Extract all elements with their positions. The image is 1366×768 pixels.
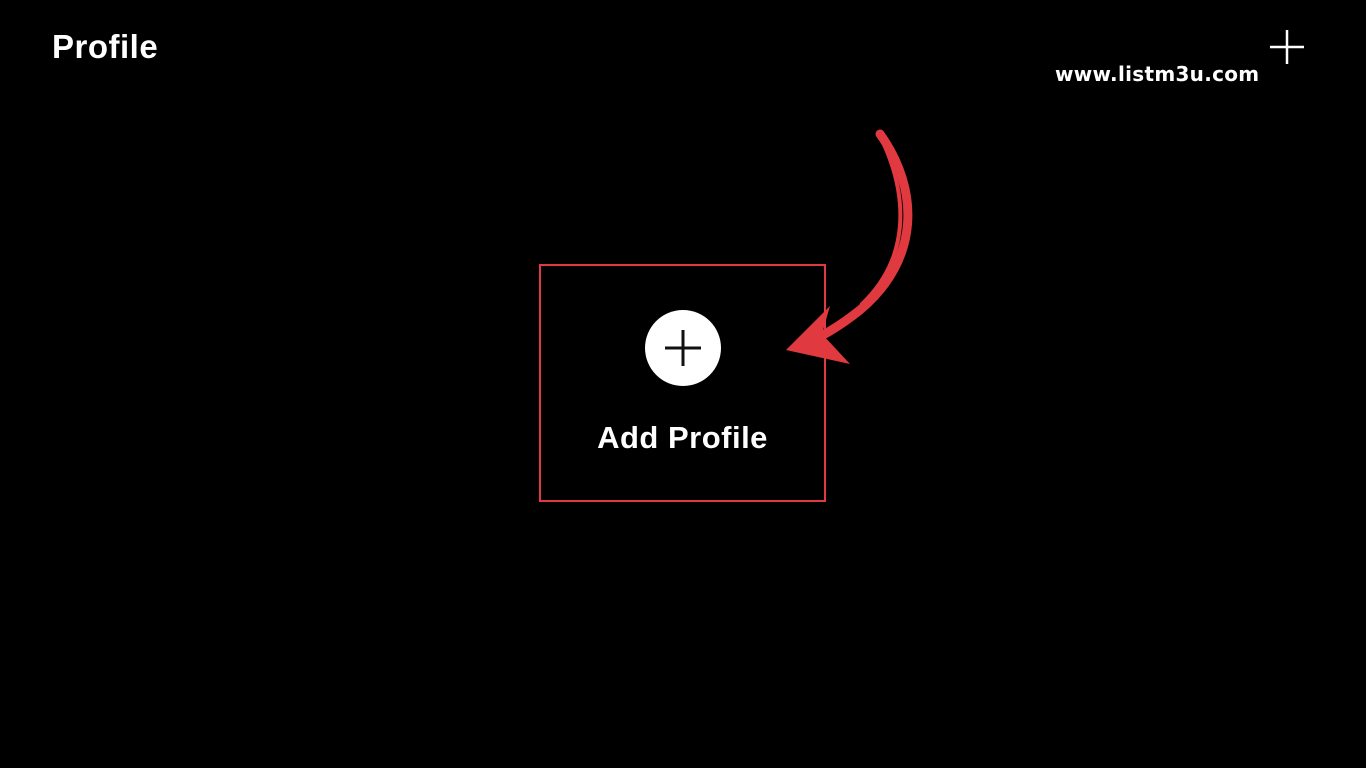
watermark-text: www.listm3u.com — [1055, 62, 1260, 86]
add-button[interactable] — [1266, 26, 1308, 68]
profile-screen: Profile www.listm3u.com Add Profile — [0, 0, 1366, 768]
page-title: Profile — [52, 28, 159, 65]
plus-circle-icon — [645, 310, 721, 386]
plus-icon — [1270, 30, 1304, 64]
add-profile-label: Add Profile — [597, 420, 768, 455]
add-profile-button[interactable]: Add Profile — [539, 264, 826, 502]
